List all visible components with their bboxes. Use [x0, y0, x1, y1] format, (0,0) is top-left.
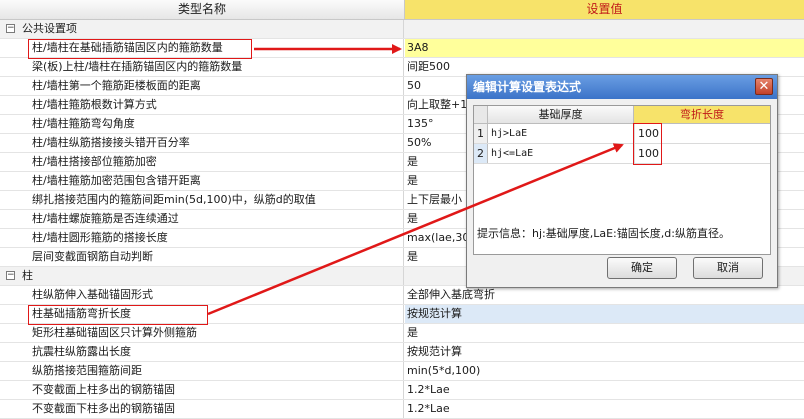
dialog-title[interactable]: 编辑计算设置表达式 [467, 75, 777, 99]
row-name: 纵筋搭接范围箍筋间距 [0, 362, 404, 380]
row-value[interactable]: 3A8 [405, 39, 804, 57]
row-name: 柱/墙柱箍筋根数计算方式 [0, 96, 404, 114]
header-value-column[interactable]: 设置值 [405, 0, 804, 20]
row-name: 柱/墙柱箍筋加密范围包含错开距离 [0, 172, 404, 190]
column-header-thickness[interactable]: 基础厚度 [488, 106, 634, 124]
expression-dialog: 编辑计算设置表达式 ✕ 基础厚度 弯折长度 1 hj>LaE 100 2 hj<… [466, 74, 778, 288]
group-label: 柱 [0, 267, 404, 285]
row-index: 2 [474, 144, 488, 163]
row-name: 绑扎搭接范围内的箍筋间距min(5d,100)中，纵筋d的取值 [0, 191, 404, 209]
cancel-button[interactable]: 取消 [693, 257, 763, 279]
row-name: 矩形柱基础锚固区只计算外侧箍筋 [0, 324, 404, 342]
row-name: 柱/墙柱第一个箍筋距楼板面的距离 [0, 77, 404, 95]
row-index: 1 [474, 124, 488, 143]
row-value[interactable]: min(5*d,100) [405, 362, 804, 380]
group-value-empty [405, 20, 804, 38]
group-label: 公共设置项 [0, 20, 404, 38]
table-row[interactable]: 不变截面上柱多出的钢筋锚固 1.2*Lae [0, 381, 804, 400]
table-row[interactable]: 不变截面下柱多出的钢筋锚固 1.2*Lae [0, 400, 804, 419]
row-value[interactable]: 是 [405, 324, 804, 342]
ok-button[interactable]: 确定 [607, 257, 677, 279]
row-name: 柱/墙柱纵筋搭接接头错开百分率 [0, 134, 404, 152]
table-row[interactable]: 矩形柱基础锚固区只计算外侧箍筋是 [0, 324, 804, 343]
annotation-box-bend-length [28, 305, 208, 325]
annotation-box-anchor-stirrups [28, 39, 252, 59]
row-name: 不变截面上柱多出的钢筋锚固 [0, 381, 404, 399]
table-row[interactable]: 抗震柱纵筋露出长度 按规范计算 [0, 343, 804, 362]
row-value[interactable]: 按规范计算 [405, 305, 804, 323]
row-name: 层间变截面钢筋自动判断 [0, 248, 404, 266]
row-name: 柱纵筋伸入基础锚固形式 [0, 286, 404, 304]
group-row-common[interactable]: − 公共设置项 [0, 20, 804, 39]
row-name: 不变截面下柱多出的钢筋锚固 [0, 400, 404, 418]
condition-cell[interactable]: hj>LaE [491, 124, 631, 143]
annotation-box-values [633, 123, 662, 165]
row-name: 抗震柱纵筋露出长度 [0, 343, 404, 361]
row-value[interactable]: 1.2*Lae [405, 381, 804, 399]
condition-cell[interactable]: hj<=LaE [491, 144, 631, 163]
close-button[interactable]: ✕ [755, 78, 773, 95]
row-value[interactable]: 全部伸入基底弯折 [405, 286, 804, 304]
table-corner [474, 106, 488, 124]
row-value[interactable]: 按规范计算 [405, 343, 804, 361]
table-row[interactable]: 纵筋搭接范围箍筋间距 min(5*d,100) [0, 362, 804, 381]
row-name: 梁(板)上柱/墙柱在插筋锚固区内的箍筋数量 [0, 58, 404, 76]
column-header-bend-length[interactable]: 弯折长度 [634, 106, 770, 124]
row-name: 柱/墙柱螺旋箍筋是否连续通过 [0, 210, 404, 228]
row-name: 柱/墙柱圆形箍筋的搭接长度 [0, 229, 404, 247]
table-row[interactable]: 2 hj<=LaE 100 [474, 144, 770, 164]
header-name-column[interactable]: 类型名称 [0, 0, 405, 20]
row-name: 柱/墙柱箍筋弯勾角度 [0, 115, 404, 133]
hint-text: 提示信息：hj:基础厚度,LaE:锚固长度,d:纵筋直径。 [477, 227, 730, 240]
row-value[interactable]: 1.2*Lae [405, 400, 804, 418]
table-row[interactable]: 柱纵筋伸入基础锚固形式 全部伸入基底弯折 [0, 286, 804, 305]
row-name: 柱/墙柱搭接部位箍筋加密 [0, 153, 404, 171]
table-row[interactable]: 1 hj>LaE 100 [474, 124, 770, 144]
